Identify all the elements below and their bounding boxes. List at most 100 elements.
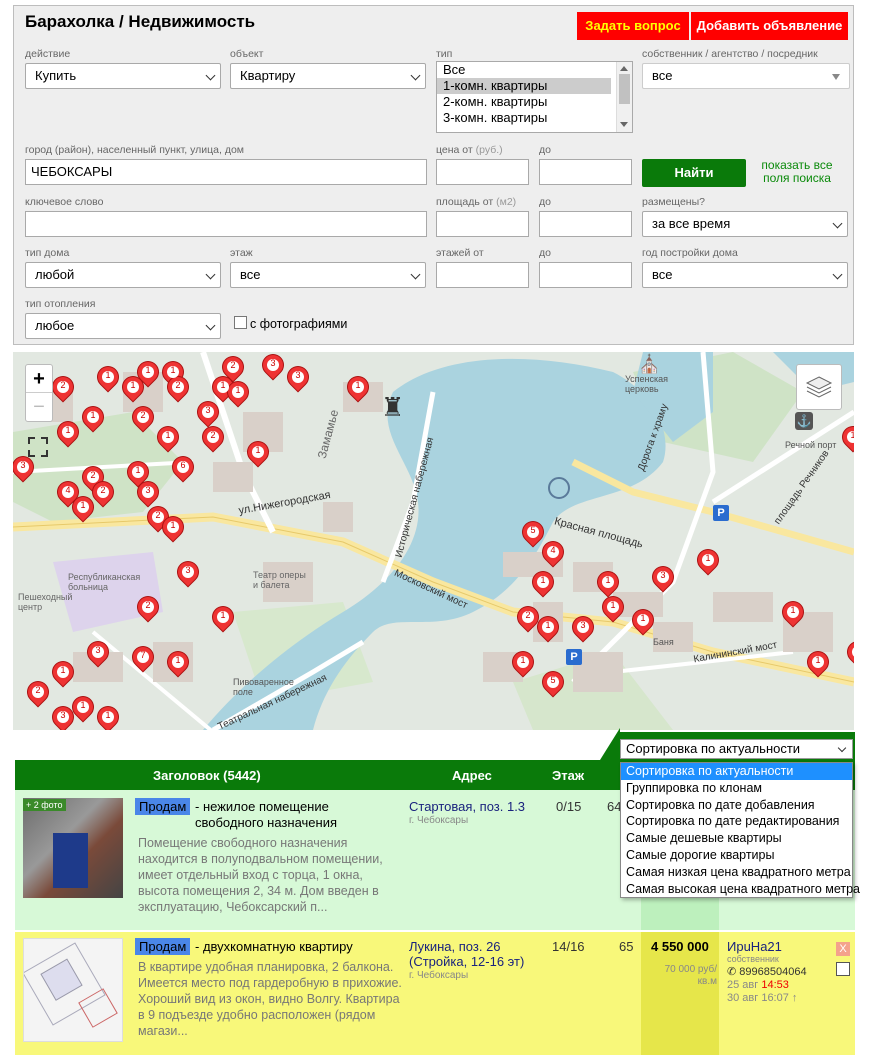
sort-option[interactable]: Группировка по клонам <box>621 780 852 797</box>
keyword-input[interactable] <box>25 211 427 237</box>
map-pin[interactable]: 3 <box>133 477 163 508</box>
map-pin[interactable]: 1 <box>78 402 108 433</box>
fullscreen-icon[interactable] <box>27 436 49 458</box>
hide-listing-button[interactable]: X <box>836 942 850 956</box>
map-pin[interactable]: 1 <box>68 492 98 523</box>
find-button[interactable]: Найти <box>642 159 746 187</box>
map-pin[interactable]: 1 <box>153 422 183 453</box>
show-all-fields-link[interactable]: показать все поля поиска <box>754 159 840 185</box>
floors-to-input[interactable] <box>539 262 632 288</box>
listing-title-link[interactable]: - нежилое помещение свободного назначени… <box>195 799 365 831</box>
map-pin[interactable]: 3 <box>648 562 678 593</box>
sort-option[interactable]: Самые дорогие квартиры <box>621 847 852 864</box>
map-pin[interactable]: 5 <box>518 517 548 548</box>
listbox-scrollbar[interactable] <box>616 62 632 132</box>
floors-from-input[interactable] <box>436 262 529 288</box>
type-option[interactable]: 2-комн. квартиры <box>437 94 611 110</box>
map-pin[interactable]: 1 <box>533 612 563 643</box>
layers-button[interactable] <box>796 364 842 410</box>
listing-address-link[interactable]: Стартовая, поз. 1.3 <box>409 799 525 814</box>
map-pin[interactable]: 3 <box>48 702 78 730</box>
area-from-input[interactable] <box>436 211 529 237</box>
map-pin[interactable]: 2 <box>23 677 53 708</box>
listing-address-link[interactable]: Лукина, поз. 26 (Стройка, 12-16 эт) <box>409 939 534 969</box>
price-from-input[interactable] <box>436 159 529 185</box>
col-title[interactable]: Заголовок (5442) <box>153 768 261 783</box>
ask-question-button[interactable]: Задать вопрос <box>577 12 689 40</box>
type-option[interactable]: Все <box>437 62 611 78</box>
sort-option[interactable]: Сортировка по дате добавления <box>621 797 852 814</box>
map-pin[interactable]: 7 <box>128 642 158 673</box>
type-listbox[interactable]: Все 1-комн. квартиры 2-комн. квартиры 3-… <box>436 61 633 133</box>
table-row[interactable]: Продам - двухкомнатную квартиру В кварти… <box>15 932 855 1055</box>
map-pin[interactable]: 1 <box>118 372 148 403</box>
map-pin[interactable]: 1 <box>693 545 723 576</box>
map-pin[interactable]: 6 <box>168 452 198 483</box>
map-pin[interactable]: 1 <box>528 567 558 598</box>
listing-photo[interactable] <box>23 798 123 898</box>
zoom-out-button[interactable]: − <box>26 393 52 421</box>
map-pin[interactable]: 3 <box>258 352 288 381</box>
map-pin[interactable]: 1 <box>778 597 808 628</box>
map-pin[interactable]: 2 <box>128 402 158 433</box>
map-pin[interactable]: 2 <box>88 477 118 508</box>
house-type-select[interactable]: любой <box>25 262 221 288</box>
map-pin[interactable]: 3 <box>193 397 223 428</box>
map-pin[interactable]: 1 <box>158 512 188 543</box>
seller-link[interactable]: ИрuНа21 <box>727 939 782 954</box>
area-to-input[interactable] <box>539 211 632 237</box>
map[interactable]: Успенская церковь Замамье Речной порт Кр… <box>13 352 854 730</box>
col-address[interactable]: Адрес <box>452 768 492 783</box>
add-listing-button[interactable]: Добавить объявление <box>691 12 848 40</box>
map-pin[interactable]: 3 <box>83 637 113 668</box>
map-pin[interactable]: 1 <box>53 417 83 448</box>
map-pin[interactable]: 1 <box>243 437 273 468</box>
posted-select[interactable]: за все время <box>642 211 848 237</box>
sort-option[interactable]: Самая высокая цена квадратного метра <box>621 881 860 898</box>
listing-title-link[interactable]: - двухкомнатную квартиру <box>195 939 353 955</box>
action-select[interactable]: Купить <box>25 63 221 89</box>
map-pin[interactable]: 1 <box>838 422 854 453</box>
select-listing-checkbox[interactable] <box>836 962 850 976</box>
map-pin[interactable]: 1 <box>508 647 538 678</box>
type-option-selected[interactable]: 1-комн. квартиры <box>437 78 611 94</box>
map-pin[interactable]: 3 <box>283 362 313 393</box>
map-pin[interactable]: 1 <box>48 657 78 688</box>
map-pin[interactable]: 2 <box>513 602 543 633</box>
map-pin[interactable]: 1 <box>803 647 833 678</box>
year-select[interactable]: все <box>642 262 848 288</box>
map-pin[interactable]: 2 <box>48 372 78 403</box>
sort-option[interactable]: Самая низкая цена квадратного метра <box>621 864 852 881</box>
city-input[interactable]: ЧЕБОКСАРЫ <box>25 159 427 185</box>
owner-select[interactable]: все <box>642 63 850 89</box>
map-pin[interactable]: 2 <box>133 592 163 623</box>
sort-option[interactable]: Самые дешевые квартиры <box>621 830 852 847</box>
scroll-down-icon[interactable] <box>620 122 628 127</box>
object-select[interactable]: Квартиру <box>230 63 426 89</box>
map-pin[interactable]: 1 <box>93 702 123 730</box>
floor-select[interactable]: все <box>230 262 426 288</box>
map-pin[interactable]: 3 <box>173 557 203 588</box>
map-pin[interactable]: 5 <box>538 667 568 698</box>
sort-option[interactable]: Сортировка по актуальности <box>621 763 852 780</box>
zoom-in-button[interactable]: + <box>26 365 52 393</box>
map-pin[interactable]: 1 <box>593 567 623 598</box>
map-pin[interactable]: 1 <box>223 377 253 408</box>
map-pin[interactable]: 2 <box>198 422 228 453</box>
map-pin[interactable]: 1 <box>163 647 193 678</box>
sort-option[interactable]: Сортировка по дате редактирования <box>621 813 852 830</box>
listing-photo-floorplan[interactable] <box>22 938 123 1042</box>
map-pin[interactable]: 1 <box>598 592 628 623</box>
map-pin[interactable]: 1 <box>93 362 123 393</box>
sort-select[interactable]: Сортировка по актуальности <box>620 739 853 759</box>
map-pin[interactable]: 2 <box>163 372 193 403</box>
map-pin[interactable]: 1 <box>68 692 98 723</box>
type-option[interactable]: 3-комн. квартиры <box>437 110 611 126</box>
scroll-thumb[interactable] <box>619 74 630 104</box>
map-pin[interactable]: 1 <box>628 605 658 636</box>
col-floor[interactable]: Этаж <box>552 768 584 783</box>
heating-select[interactable]: любое <box>25 313 221 339</box>
map-pin[interactable]: 1 <box>208 602 238 633</box>
scroll-up-icon[interactable] <box>620 66 628 71</box>
map-pin[interactable]: 4 <box>538 537 568 568</box>
